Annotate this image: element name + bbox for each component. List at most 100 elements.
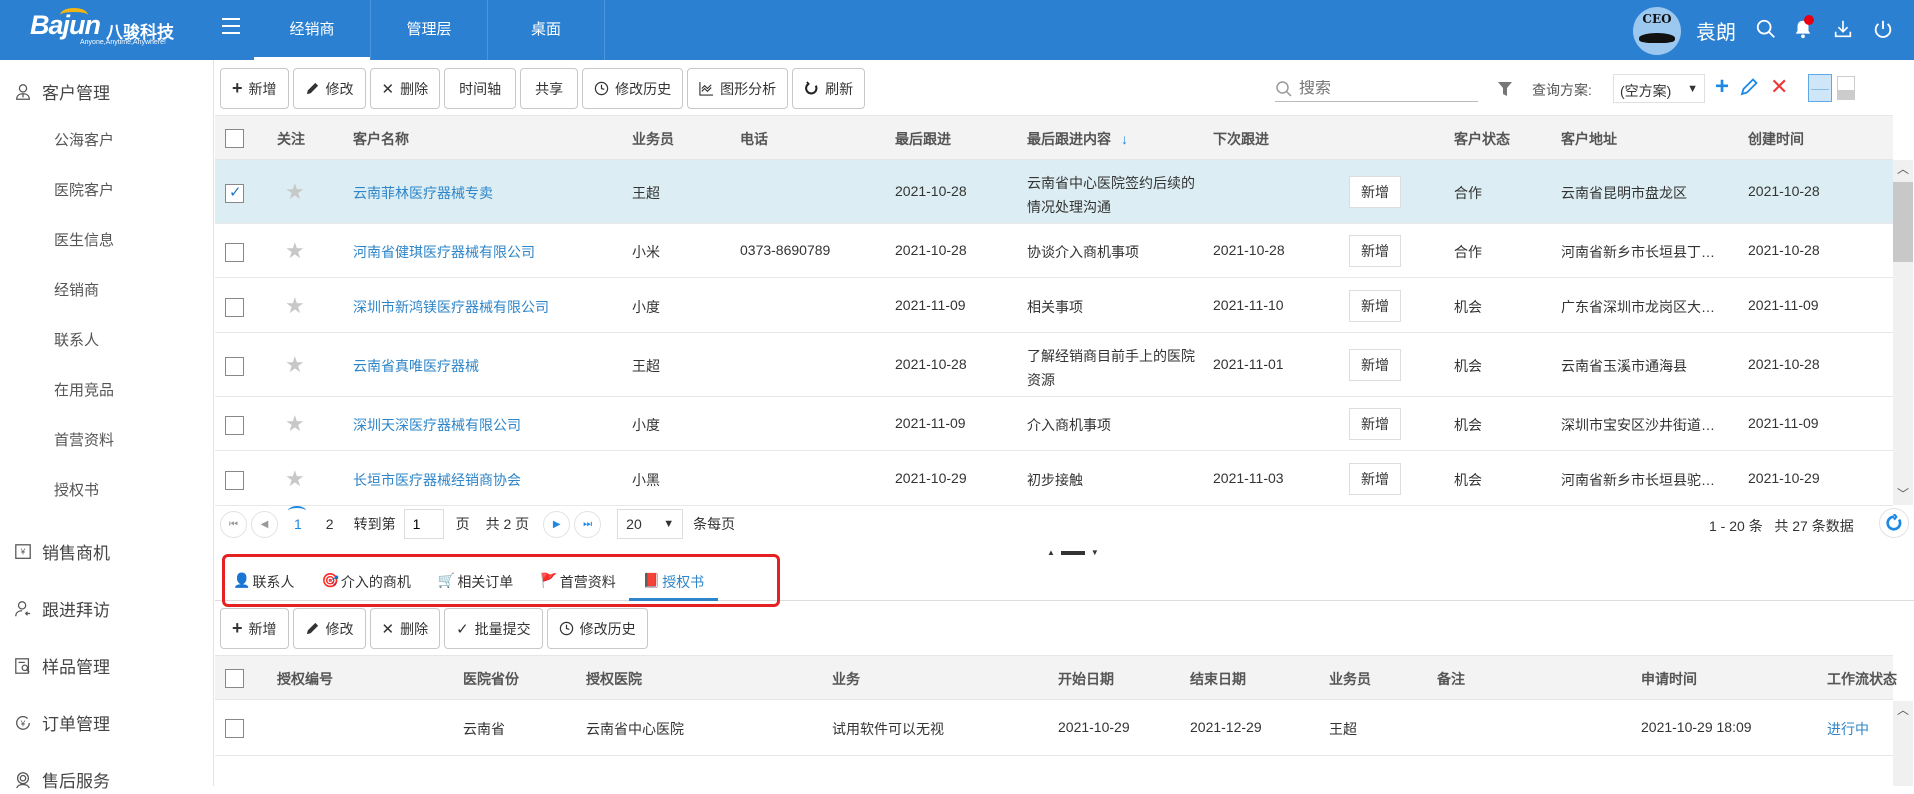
sidebar-item-authorization[interactable]: 授权书 bbox=[54, 479, 99, 500]
panel-splitter[interactable]: ▲ ▼ bbox=[1047, 548, 1099, 557]
add-follow-button[interactable]: 新增 bbox=[1349, 349, 1401, 381]
star-icon[interactable]: ★ bbox=[285, 238, 305, 264]
star-icon[interactable]: ★ bbox=[285, 466, 305, 492]
tab-first-camp[interactable]: 🚩 首营资料 bbox=[540, 568, 615, 600]
add-follow-button[interactable]: 新增 bbox=[1349, 176, 1401, 208]
sidebar-group-opportunities[interactable]: ¥ 销售商机 bbox=[14, 539, 110, 564]
star-icon[interactable]: ★ bbox=[285, 411, 305, 437]
download-icon[interactable] bbox=[1832, 18, 1854, 40]
sidebar-item-public-customers[interactable]: 公海客户 bbox=[54, 129, 114, 150]
subgrid-row[interactable]: 云南省 云南省中心医院 试用软件可以无视 2021-10-29 2021-12-… bbox=[215, 701, 1893, 756]
hamburger-menu-icon[interactable] bbox=[222, 18, 240, 34]
table-row[interactable]: ★ 云南菲林医疗器械专卖 王超 2021-10-28 云南省中心医院签约后续的情况处理沟… bbox=[215, 160, 1893, 224]
customer-name-link[interactable]: 深圳天深医疗器械有限公司 bbox=[353, 415, 521, 435]
star-icon[interactable]: ★ bbox=[285, 293, 305, 319]
next-page-icon[interactable]: ▶ bbox=[543, 510, 571, 538]
username[interactable]: 袁朗 bbox=[1696, 16, 1736, 45]
column-header[interactable]: 客户状态 bbox=[1454, 129, 1510, 149]
edit-plan-icon[interactable] bbox=[1740, 78, 1758, 96]
add-follow-button[interactable]: 新增 bbox=[1349, 408, 1401, 440]
page-size-select[interactable]: 20 ▼ bbox=[617, 509, 684, 539]
page-number[interactable]: 1 bbox=[288, 506, 306, 532]
tab-opportunities[interactable]: 🎯 介入的商机 bbox=[321, 568, 410, 600]
sub-add-button[interactable]: + 新增 bbox=[220, 608, 289, 649]
column-header[interactable]: 业务员 bbox=[632, 129, 674, 149]
tab-orders[interactable]: 🛒 相关订单 bbox=[438, 568, 513, 600]
customer-name-link[interactable]: 河南省健琪医疗器械有限公司 bbox=[353, 242, 535, 262]
query-plan-select[interactable]: (空方案) ▼ bbox=[1613, 74, 1705, 103]
add-follow-button[interactable]: 新增 bbox=[1349, 290, 1401, 322]
subgrid-scrollbar[interactable]: ︿ bbox=[1893, 701, 1913, 786]
table-row[interactable]: ★ 深圳天深医疗器械有限公司 小度 2021-11-09 介入商机事项 新增 机会 深圳市宝安… bbox=[215, 397, 1893, 451]
share-button[interactable]: 共享 bbox=[520, 68, 579, 109]
refresh-button[interactable]: 刷新 bbox=[792, 68, 866, 109]
goto-page-input[interactable] bbox=[403, 509, 444, 539]
customer-name-link[interactable]: 长垣市医疗器械经销商协会 bbox=[353, 470, 521, 490]
table-row[interactable]: ★ 云南省真唯医疗器械 王超 2021-10-28 了解经销商目前手上的医院资源 2021… bbox=[215, 333, 1893, 397]
column-header[interactable]: 授权医院 bbox=[586, 669, 642, 689]
page-number[interactable]: 2 bbox=[326, 516, 334, 532]
sidebar-item-dealers[interactable]: 经销商 bbox=[54, 279, 99, 300]
sidebar-item-competitors[interactable]: 在用竞品 bbox=[54, 379, 114, 400]
sub-delete-button[interactable]: ✕ 删除 bbox=[369, 608, 441, 649]
top-tab-management[interactable]: 管理层 bbox=[371, 0, 488, 60]
column-header-sorted[interactable]: 最后跟进内容 ↓ bbox=[1027, 129, 1128, 149]
column-header[interactable]: 业务员 bbox=[1329, 669, 1371, 689]
sidebar-group-orders[interactable]: ¥ 订单管理 bbox=[14, 710, 110, 735]
star-icon[interactable]: ★ bbox=[285, 179, 305, 205]
row-checkbox[interactable] bbox=[225, 183, 244, 203]
batch-submit-button[interactable]: ✓ 批量提交 bbox=[444, 608, 543, 649]
sub-edit-button[interactable]: 修改 bbox=[292, 608, 366, 649]
first-page-icon[interactable]: ⏮ bbox=[220, 510, 247, 538]
column-header[interactable]: 最后跟进 bbox=[895, 129, 951, 149]
sidebar-group-customers[interactable]: 客户管理 bbox=[14, 79, 110, 104]
filter-icon[interactable] bbox=[1497, 81, 1513, 97]
row-checkbox[interactable] bbox=[225, 243, 244, 262]
sidebar-group-samples[interactable]: 样品管理 bbox=[14, 653, 110, 678]
table-row[interactable]: ★ 深圳市新鸿镁医疗器械有限公司 小度 2021-11-09 相关事项 2021-11-1… bbox=[215, 278, 1893, 333]
row-checkbox[interactable] bbox=[225, 471, 244, 490]
timeline-button[interactable]: 时间轴 bbox=[444, 68, 517, 109]
tab-authorization[interactable]: 📕 授权书 bbox=[628, 568, 719, 601]
column-header[interactable]: 创建时间 bbox=[1748, 129, 1804, 149]
sidebar-group-follow-visits[interactable]: 跟进拜访 bbox=[14, 596, 110, 621]
add-plan-icon[interactable]: + bbox=[1715, 73, 1729, 101]
column-header[interactable]: 开始日期 bbox=[1058, 669, 1114, 689]
subgrid-select-all-checkbox[interactable] bbox=[225, 669, 244, 688]
column-header[interactable]: 结束日期 bbox=[1190, 669, 1246, 689]
sidebar-item-contacts[interactable]: 联系人 bbox=[54, 329, 99, 350]
search-icon[interactable] bbox=[1755, 18, 1777, 40]
layout-split-bottom-icon[interactable] bbox=[1837, 76, 1855, 100]
table-row[interactable]: ★ 河南省健琪医疗器械有限公司 小米 0373-8690789 2021-10-28 协谈… bbox=[215, 224, 1893, 278]
last-page-icon[interactable]: ⏭ bbox=[574, 510, 602, 538]
top-tab-desktop[interactable]: 桌面 bbox=[488, 0, 605, 60]
layout-split-vertical-icon[interactable] bbox=[1808, 74, 1832, 102]
scroll-up-icon[interactable]: ︿ bbox=[1893, 701, 1913, 721]
add-follow-button[interactable]: 新增 bbox=[1349, 463, 1401, 495]
workflow-status-link[interactable]: 进行中 bbox=[1827, 719, 1869, 739]
column-header[interactable]: 备注 bbox=[1437, 669, 1465, 689]
column-header[interactable]: 工作流状态 bbox=[1827, 669, 1897, 689]
sub-edit-history-button[interactable]: 修改历史 bbox=[546, 608, 648, 649]
table-row[interactable]: ★ 长垣市医疗器械经销商协会 小黑 2021-10-29 初步接触 2021-11-03 新… bbox=[215, 451, 1893, 506]
row-checkbox[interactable] bbox=[225, 416, 244, 435]
sidebar-item-first-camp[interactable]: 首营资料 bbox=[54, 429, 114, 450]
grid-scrollbar[interactable]: ︿ ﹀ bbox=[1893, 160, 1913, 505]
edit-button[interactable]: 修改 bbox=[292, 68, 366, 109]
column-header[interactable]: 客户名称 bbox=[353, 129, 409, 149]
chart-analysis-button[interactable]: 图形分析 bbox=[687, 68, 789, 109]
add-button[interactable]: + 新增 bbox=[220, 68, 289, 109]
customer-name-link[interactable]: 深圳市新鸿镁医疗器械有限公司 bbox=[353, 297, 549, 317]
select-all-checkbox[interactable] bbox=[225, 129, 244, 148]
row-checkbox[interactable] bbox=[225, 298, 244, 317]
star-icon[interactable]: ★ bbox=[285, 352, 305, 378]
scroll-down-icon[interactable]: ﹀ bbox=[1893, 485, 1913, 505]
scroll-thumb[interactable] bbox=[1893, 182, 1913, 262]
sidebar-group-after-sales[interactable]: 售后服务 bbox=[14, 767, 110, 792]
column-header[interactable]: 申请时间 bbox=[1641, 669, 1697, 689]
bell-icon[interactable] bbox=[1792, 15, 1814, 40]
search-input[interactable] bbox=[1299, 79, 1469, 98]
add-follow-button[interactable]: 新增 bbox=[1349, 235, 1401, 267]
row-checkbox[interactable] bbox=[225, 357, 244, 376]
edit-history-button[interactable]: 修改历史 bbox=[582, 68, 684, 109]
